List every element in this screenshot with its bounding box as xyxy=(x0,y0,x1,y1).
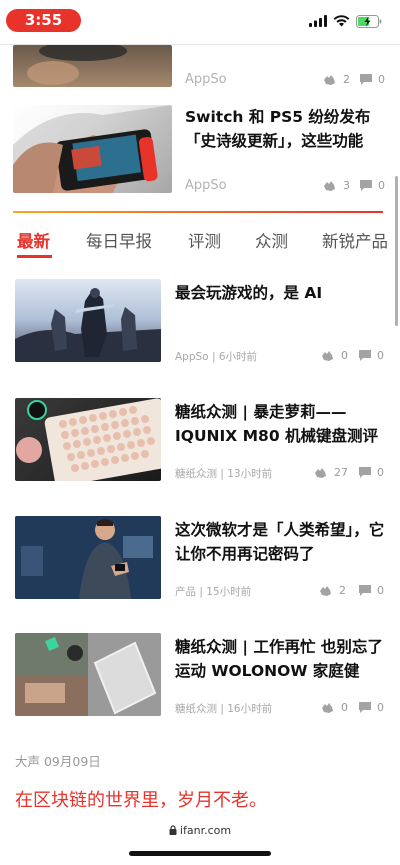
like-count: 2 xyxy=(339,584,346,597)
like-count: 0 xyxy=(341,701,348,714)
list-item[interactable]: 这次微软才是「人类希望」，它让你不用再记密码了 产品 | 15小时前 2 0 xyxy=(0,516,400,601)
status-bar: 3:55 xyxy=(0,0,400,44)
clap-icon xyxy=(322,702,333,713)
status-icons xyxy=(309,13,382,29)
battery-charging-icon xyxy=(356,14,382,28)
article-thumbnail[interactable] xyxy=(15,398,161,481)
clap-icon xyxy=(322,350,333,361)
comment-count: 0 xyxy=(377,584,384,597)
comment-icon xyxy=(359,350,371,361)
comment-count: 0 xyxy=(378,179,385,192)
comment-stat[interactable]: 0 xyxy=(360,73,385,86)
comment-icon xyxy=(360,180,372,191)
section-divider xyxy=(13,211,383,213)
active-tab-indicator xyxy=(17,255,52,258)
list-item[interactable]: 糖纸众测 | 暴走萝莉——IQUNIX M80 机械键盘测评 糖纸众测 | 13… xyxy=(0,398,400,483)
like-count: 3 xyxy=(343,179,350,192)
comment-count: 0 xyxy=(377,349,384,362)
wifi-icon xyxy=(333,15,350,27)
list-item[interactable]: Switch 和 PS5 纷纷发布「史诗级更新」，这些功能你… AppSo 3 … xyxy=(0,105,400,195)
like-stat[interactable]: 2 xyxy=(322,73,350,86)
comment-icon xyxy=(359,585,371,596)
comment-icon xyxy=(359,702,371,713)
comment-stat[interactable]: 0 xyxy=(359,466,384,479)
list-item[interactable]: 最会玩游戏的，是 AI AppSo | 6小时前 0 0 xyxy=(0,279,400,364)
article-source: AppSo xyxy=(185,72,227,87)
like-stat[interactable]: 2 xyxy=(318,584,346,597)
quote-text[interactable]: 在区块链的世界里，岁月不老。 xyxy=(15,786,267,812)
tab-daily-briefing[interactable]: 每日早报 xyxy=(86,228,152,252)
article-title[interactable]: 糖纸众测 | 暴走萝莉——IQUNIX M80 机械键盘测评 xyxy=(175,400,385,448)
like-stat[interactable]: 27 xyxy=(313,466,348,479)
article-thumbnail[interactable] xyxy=(13,45,172,87)
category-tabs: 最新 每日早报 评测 众测 新锐产品 xyxy=(0,228,400,260)
lock-icon xyxy=(169,825,177,835)
like-count: 2 xyxy=(343,73,350,86)
status-time[interactable]: 3:55 xyxy=(6,9,81,32)
comment-stat[interactable]: 0 xyxy=(359,701,384,714)
comment-stat[interactable]: 0 xyxy=(360,179,385,192)
comment-icon xyxy=(359,467,371,478)
article-meta: 糖纸众测 | 16小时前 xyxy=(175,703,273,715)
list-item[interactable]: AppSo 2 0 xyxy=(0,45,400,90)
clap-icon xyxy=(320,585,331,596)
article-title[interactable]: Switch 和 PS5 纷纷发布「史诗级更新」，这些功能你… xyxy=(185,105,390,153)
url-bar[interactable]: ifanr.com xyxy=(0,824,400,837)
like-count: 27 xyxy=(334,466,348,479)
comment-icon xyxy=(360,74,372,85)
url-domain: ifanr.com xyxy=(179,824,232,837)
comment-stat[interactable]: 0 xyxy=(359,349,384,362)
like-count: 0 xyxy=(341,349,348,362)
like-stat[interactable]: 3 xyxy=(322,179,350,192)
comment-count: 0 xyxy=(377,701,384,714)
list-item[interactable]: 糖纸众测 | 工作再忙 也别忘了运动 WOLONOW 家庭健身… 糖纸众测 | … xyxy=(0,633,400,718)
tab-new-products[interactable]: 新锐产品 xyxy=(322,228,388,252)
article-title[interactable]: 这次微软才是「人类希望」，它让你不用再记密码了 xyxy=(175,518,385,566)
article-meta: 产品 | 15小时前 xyxy=(175,586,252,598)
article-thumbnail[interactable] xyxy=(13,105,172,193)
tab-crowd-tests[interactable]: 众测 xyxy=(255,228,288,252)
tab-reviews[interactable]: 评测 xyxy=(188,228,221,252)
article-title[interactable]: 最会玩游戏的，是 AI xyxy=(175,281,385,329)
comment-stat[interactable]: 0 xyxy=(359,584,384,597)
like-stat[interactable]: 0 xyxy=(320,349,348,362)
tab-latest[interactable]: 最新 xyxy=(17,228,50,252)
clap-icon xyxy=(324,180,335,191)
article-thumbnail[interactable] xyxy=(15,279,161,362)
article-thumbnail[interactable] xyxy=(15,516,161,599)
comment-count: 0 xyxy=(378,73,385,86)
article-source: AppSo xyxy=(185,178,227,193)
article-thumbnail[interactable] xyxy=(15,633,161,716)
comment-count: 0 xyxy=(377,466,384,479)
article-meta: 糖纸众测 | 13小时前 xyxy=(175,468,273,480)
clap-icon xyxy=(324,74,335,85)
quote-meta: 大声 09月09日 xyxy=(15,754,101,769)
like-stat[interactable]: 0 xyxy=(320,701,348,714)
article-title[interactable]: 糖纸众测 | 工作再忙 也别忘了运动 WOLONOW 家庭健身… xyxy=(175,635,385,683)
article-meta: AppSo | 6小时前 xyxy=(175,351,257,363)
clap-icon xyxy=(315,467,326,478)
cellular-signal-icon xyxy=(309,15,327,27)
home-indicator[interactable] xyxy=(129,851,271,856)
